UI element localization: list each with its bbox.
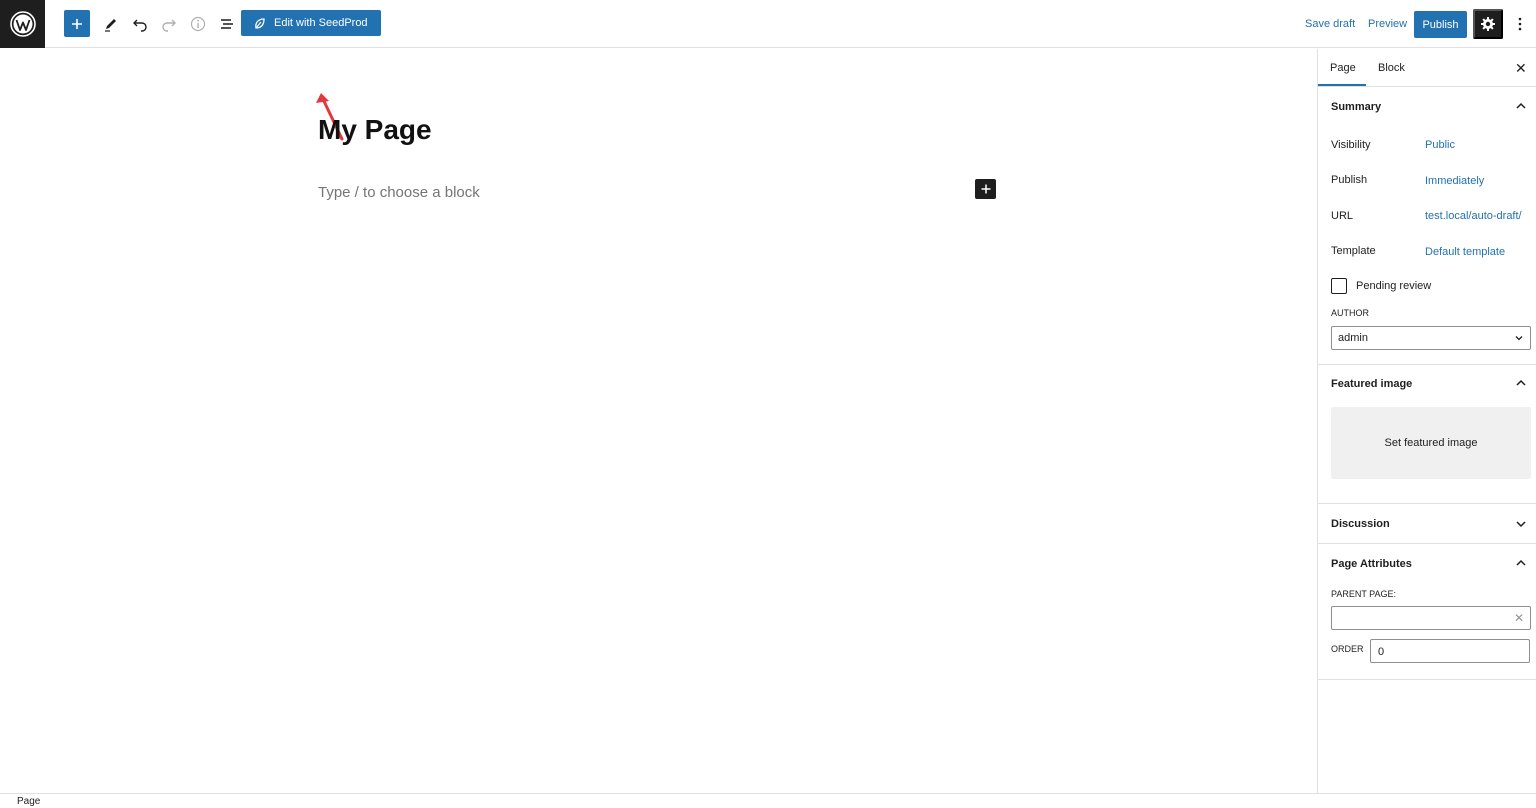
wordpress-logo-icon[interactable] [0, 0, 45, 48]
editor-footer: Page [0, 793, 1536, 808]
tools-button[interactable] [100, 10, 122, 38]
details-button[interactable] [187, 10, 209, 38]
seedprod-leaf-icon [255, 17, 265, 29]
url-label: URL [1331, 210, 1354, 222]
info-icon [190, 16, 206, 32]
redo-button[interactable] [158, 10, 180, 38]
plus-icon [981, 184, 990, 194]
undo-button[interactable] [129, 10, 151, 38]
chevron-up-icon[interactable] [1515, 100, 1527, 112]
pencil-icon [105, 19, 116, 32]
parent-page-input[interactable]: ✕ [1331, 606, 1531, 630]
discussion-heading[interactable]: Discussion [1331, 518, 1390, 530]
author-select[interactable]: admin [1331, 326, 1531, 350]
divider [1318, 679, 1536, 680]
template-value[interactable]: Default template [1425, 246, 1505, 258]
close-sidebar-icon[interactable]: ✕ [1515, 60, 1527, 77]
featured-image-heading[interactable]: Featured image [1331, 378, 1412, 390]
visibility-value[interactable]: Public [1425, 139, 1455, 151]
order-input[interactable]: 0 [1370, 639, 1530, 663]
block-placeholder[interactable]: Type / to choose a block [318, 184, 480, 201]
list-view-icon [221, 19, 233, 29]
divider [1318, 364, 1536, 365]
editor-canvas: My Page Type / to choose a block [0, 49, 1317, 793]
settings-sidebar: Page Block ✕ Summary Visibility Public P… [1317, 49, 1536, 793]
summary-heading[interactable]: Summary [1331, 101, 1381, 113]
plus-icon [72, 18, 82, 29]
active-tab-indicator [1318, 84, 1366, 86]
page-attributes-heading[interactable]: Page Attributes [1331, 558, 1412, 570]
order-label: ORDER [1331, 644, 1364, 654]
edit-with-seedprod-button[interactable]: Edit with SeedProd [241, 10, 381, 36]
chevron-down-icon [1515, 336, 1523, 341]
gear-icon [1481, 17, 1495, 31]
seedprod-button-label: Edit with SeedProd [274, 17, 368, 29]
chevron-up-icon[interactable] [1515, 377, 1527, 389]
options-button[interactable] [1510, 12, 1530, 36]
author-value: admin [1338, 332, 1368, 344]
divider [1318, 503, 1536, 504]
editor-top-bar: Edit with SeedProd Save draft Preview Pu… [0, 0, 1536, 48]
more-vertical-icon [1518, 17, 1522, 31]
author-label: AUTHOR [1331, 308, 1369, 318]
tab-page[interactable]: Page [1330, 62, 1356, 74]
visibility-label: Visibility [1331, 139, 1371, 151]
add-block-button[interactable] [64, 10, 90, 37]
chevron-down-icon[interactable] [1515, 518, 1527, 530]
undo-icon [133, 19, 147, 32]
breadcrumb[interactable]: Page [17, 796, 40, 807]
set-featured-image-button[interactable]: Set featured image [1331, 407, 1531, 479]
pending-review-checkbox[interactable] [1331, 278, 1347, 294]
page-title[interactable]: My Page [318, 114, 432, 146]
divider [1318, 543, 1536, 544]
inline-add-block-button[interactable] [975, 179, 996, 199]
list-view-button[interactable] [216, 10, 238, 38]
sidebar-tabs: Page Block ✕ [1318, 49, 1536, 87]
chevron-up-icon[interactable] [1515, 557, 1527, 569]
publish-button[interactable]: Publish [1414, 11, 1467, 38]
parent-page-label: PARENT PAGE: [1331, 589, 1397, 599]
save-draft-button[interactable]: Save draft [1305, 18, 1355, 30]
publish-label: Publish [1331, 174, 1368, 186]
preview-button[interactable]: Preview [1368, 18, 1407, 30]
publish-value[interactable]: Immediately [1425, 175, 1484, 187]
settings-button[interactable] [1473, 9, 1503, 39]
tab-block[interactable]: Block [1378, 62, 1405, 74]
url-value[interactable]: test.local/auto-draft/ [1425, 210, 1522, 222]
clear-icon[interactable]: ✕ [1514, 611, 1524, 625]
template-label: Template [1331, 245, 1376, 257]
redo-icon [162, 19, 176, 32]
pending-review-label: Pending review [1356, 280, 1432, 292]
